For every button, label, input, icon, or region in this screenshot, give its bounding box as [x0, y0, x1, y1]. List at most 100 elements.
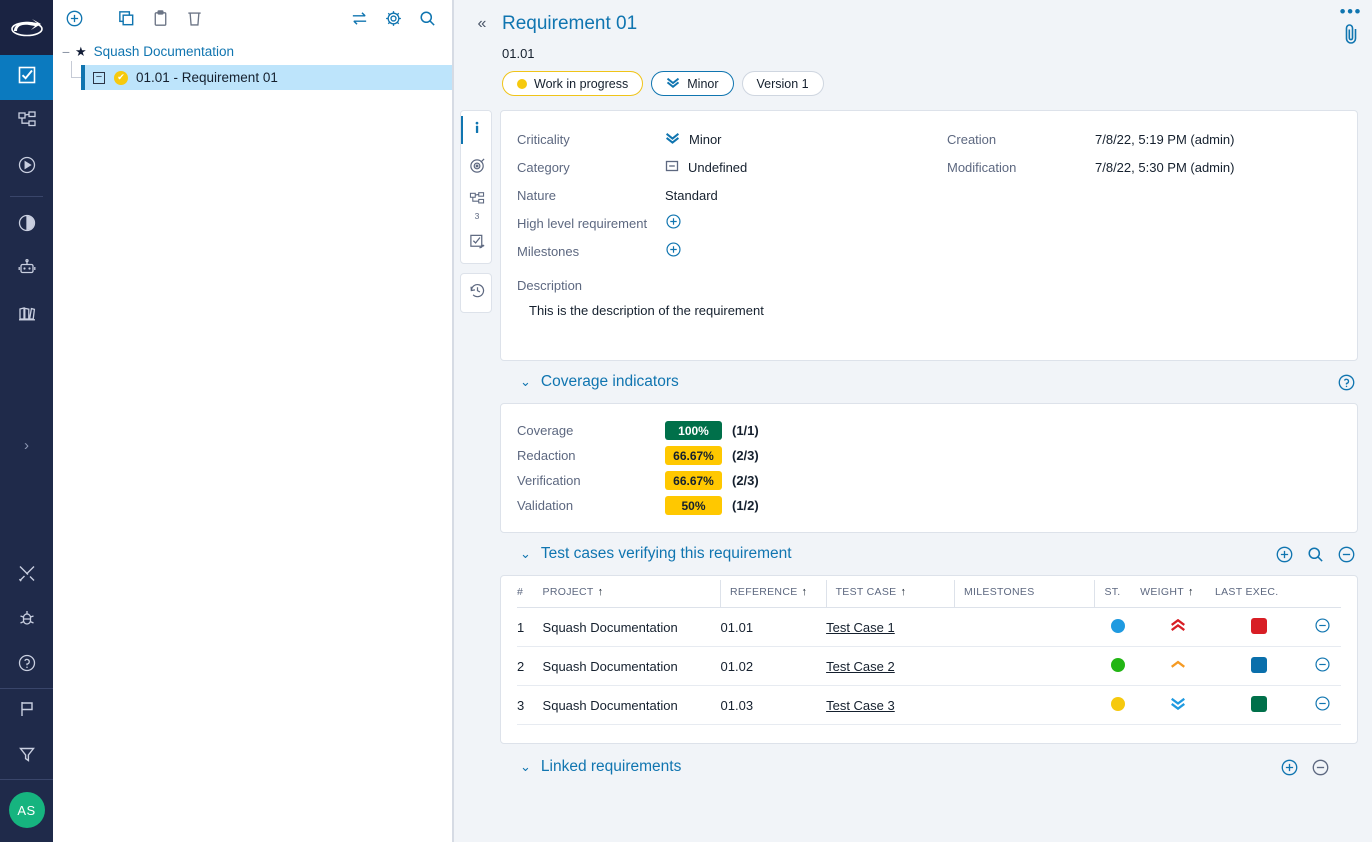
field-high-level-requirement: High level requirement: [517, 209, 937, 237]
field-nature: Nature Standard: [517, 181, 937, 209]
last-exec-status-icon: [1251, 657, 1267, 673]
col-status[interactable]: ST.: [1095, 580, 1140, 608]
description-spacer: [517, 318, 1341, 346]
coverage-row-fraction: (2/3): [732, 473, 759, 488]
tools-icon: [17, 563, 37, 588]
copy-button[interactable]: [111, 3, 141, 33]
test-case-link[interactable]: Test Case 1: [826, 620, 895, 635]
avatar[interactable]: AS: [9, 792, 45, 828]
remove-row-button[interactable]: [1314, 617, 1331, 634]
delete-button[interactable]: [179, 3, 209, 33]
table-row[interactable]: 2 Squash Documentation 01.02 Test Case 2: [517, 647, 1341, 686]
information-card: Criticality Minor: [500, 110, 1358, 361]
col-milestones[interactable]: MILESTONES: [955, 580, 1095, 608]
chevron-down-icon[interactable]: ⌄: [520, 546, 531, 562]
field-value[interactable]: Undefined: [665, 159, 747, 176]
coverage-row: Verification 66.67% (2/3): [517, 468, 1341, 493]
double-chevron-down-icon: [666, 77, 680, 91]
field-label: Category: [517, 160, 665, 175]
sidebar-item-bugtracker[interactable]: [0, 598, 53, 643]
field-creation: Creation 7/8/22, 5:19 PM (admin): [947, 125, 1341, 153]
search-test-case-button[interactable]: [1306, 545, 1325, 564]
version-badge[interactable]: Version 1: [742, 71, 824, 96]
minus-square-icon: [665, 159, 679, 176]
sidebar-item-reports[interactable]: [0, 203, 53, 248]
gear-icon[interactable]: [378, 3, 408, 33]
coverage-row: Coverage 100% (1/1): [517, 418, 1341, 443]
cell-status: [1095, 647, 1140, 686]
field-criticality: Criticality Minor: [517, 125, 937, 153]
add-test-case-button[interactable]: [1275, 545, 1294, 564]
paperclip-icon[interactable]: [1341, 22, 1361, 51]
table-row[interactable]: 1 Squash Documentation 01.01 Test Case 1: [517, 608, 1341, 647]
more-options-button[interactable]: •••: [1340, 6, 1362, 18]
sidebar-item-administration[interactable]: [0, 553, 53, 598]
sidebar-item-filter[interactable]: [0, 734, 53, 779]
description-label: Description: [517, 278, 1341, 293]
tab-information[interactable]: [461, 111, 492, 149]
sidebar-item-automation[interactable]: [0, 248, 53, 293]
add-milestone-button[interactable]: [665, 241, 682, 261]
tree-project-row[interactable]: − ★ Squash Documentation: [53, 38, 452, 65]
test-case-link[interactable]: Test Case 3: [826, 698, 895, 713]
tab-verifying-test-cases[interactable]: [461, 225, 492, 263]
target-icon: [469, 157, 486, 179]
tab-history[interactable]: [461, 274, 492, 312]
transfer-button[interactable]: [344, 3, 374, 33]
description-text[interactable]: This is the description of the requireme…: [517, 303, 1341, 318]
chevron-down-icon[interactable]: ⌄: [520, 374, 531, 390]
sort-arrow-icon: ↑: [1188, 586, 1194, 598]
tab-coverage[interactable]: [461, 149, 492, 187]
field-label: Creation: [947, 132, 1095, 147]
col-weight-label: WEIGHT: [1140, 586, 1184, 598]
sidebar-item-help[interactable]: [0, 643, 53, 688]
remove-test-case-button[interactable]: [1337, 545, 1356, 564]
remove-row-button[interactable]: [1314, 695, 1331, 712]
field-value[interactable]: Minor: [665, 132, 722, 147]
remove-linked-requirement-button[interactable]: [1311, 758, 1330, 777]
chevron-down-icon[interactable]: ⌄: [520, 759, 531, 775]
tree-toggle[interactable]: −: [57, 44, 75, 60]
criticality-badge[interactable]: Minor: [651, 71, 733, 96]
test-cases-card: # PROJECT↑ REFERENCE↑ TEST CASE↑: [500, 575, 1358, 744]
coverage-row: Redaction 66.67% (2/3): [517, 443, 1341, 468]
col-project[interactable]: PROJECT↑: [543, 580, 721, 608]
coverage-help-button[interactable]: [1337, 373, 1356, 392]
status-badge[interactable]: Work in progress: [502, 71, 643, 96]
sidebar-item-requirements[interactable]: [0, 55, 53, 100]
col-weight[interactable]: WEIGHT ↑: [1140, 580, 1215, 608]
paste-button[interactable]: [145, 3, 175, 33]
tree-node-requirement[interactable]: − ✔ 01.01 - Requirement 01: [81, 65, 452, 90]
add-linked-requirement-button[interactable]: [1280, 758, 1299, 777]
rail-expand-toggle[interactable]: ›: [0, 423, 53, 468]
cell-last-exec: [1215, 608, 1304, 647]
creation-value-text: 7/8/22, 5:19 PM (admin): [1095, 132, 1234, 147]
history-clock-icon: [469, 282, 486, 304]
nature-value-text: Standard: [665, 188, 718, 203]
panels-column: Criticality Minor: [492, 110, 1372, 842]
field-label: Milestones: [517, 244, 665, 259]
chevron-up-icon: [1170, 659, 1186, 674]
tree-node-toggle[interactable]: −: [93, 72, 105, 84]
col-test-case[interactable]: TEST CASE↑: [826, 580, 954, 608]
books-icon: [17, 303, 37, 328]
col-actions: [1304, 580, 1341, 608]
sidebar-item-library[interactable]: [0, 293, 53, 338]
coverage-row-label: Coverage: [517, 423, 665, 438]
search-icon[interactable]: [412, 3, 442, 33]
remove-row-button[interactable]: [1314, 656, 1331, 673]
col-last-exec[interactable]: LAST EXEC.: [1215, 580, 1304, 608]
sidebar-item-test-cases[interactable]: [0, 100, 53, 145]
cell-reference: 01.03: [721, 686, 827, 725]
add-high-level-requirement-button[interactable]: [665, 213, 682, 233]
sidebar-item-milestones[interactable]: [0, 689, 53, 734]
squash-logo[interactable]: [0, 0, 53, 55]
collapse-tree-button[interactable]: «: [468, 15, 496, 33]
table-row[interactable]: 3 Squash Documentation 01.03 Test Case 3: [517, 686, 1341, 725]
tab-linked-requirements[interactable]: 3: [461, 187, 492, 225]
test-case-link[interactable]: Test Case 2: [826, 659, 895, 674]
sidebar-item-campaigns[interactable]: [0, 145, 53, 190]
col-reference[interactable]: REFERENCE↑: [721, 580, 827, 608]
status-badge: 66.67%: [665, 446, 722, 465]
add-button[interactable]: [59, 3, 89, 33]
